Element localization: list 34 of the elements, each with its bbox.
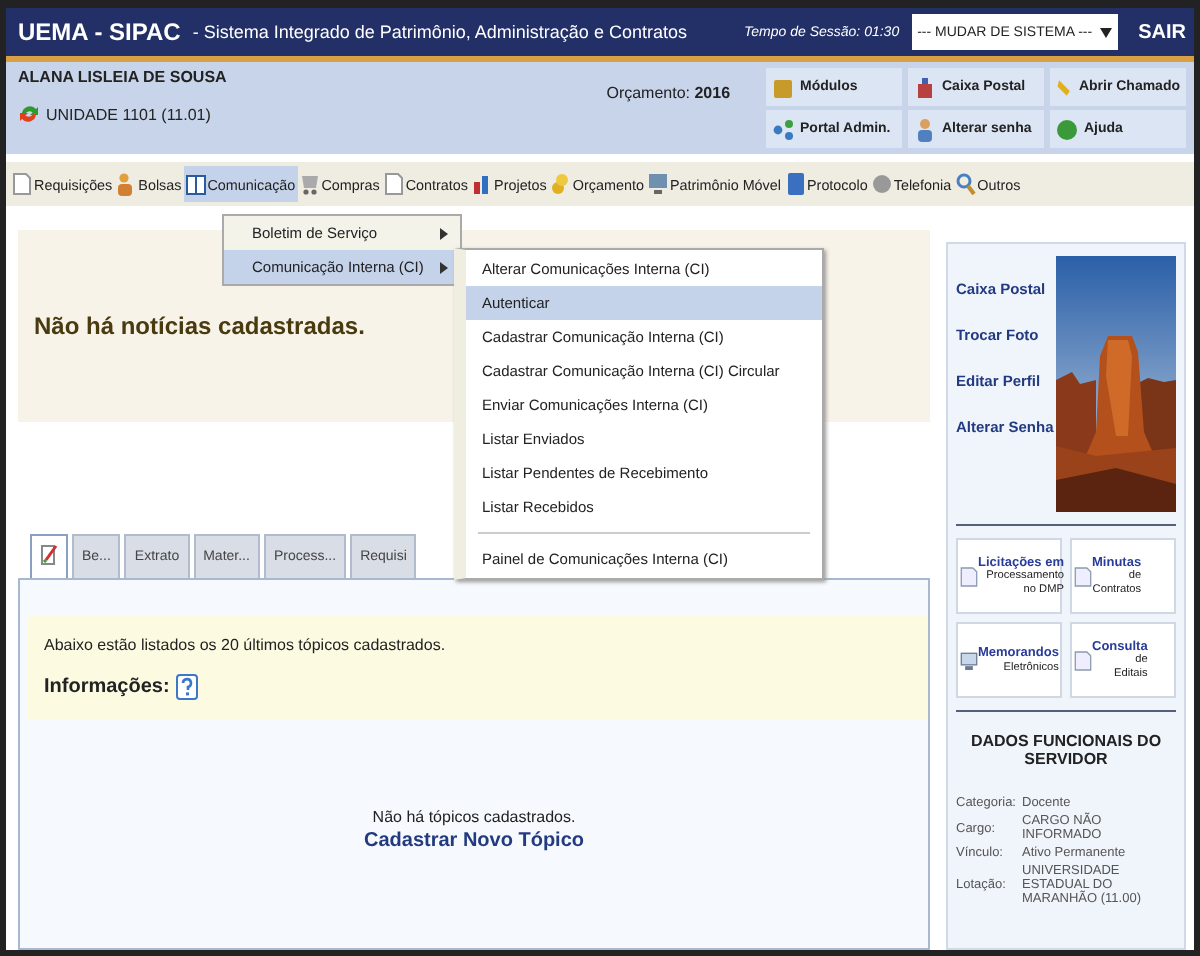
computer-icon [647,172,668,196]
search-icon [955,172,976,196]
document-icon [12,172,32,196]
icon-tab[interactable] [30,534,68,578]
computer-icon [960,649,978,671]
intro-text: Abaixo estão listados os 20 últimos tópicos cadastrados. [44,636,448,654]
network-icon [772,117,794,141]
chart-icon [472,172,493,196]
cart-icon [299,172,320,196]
dropdown-arrow-icon [1100,27,1113,37]
empty-news-message: Não há notícias cadastradas. [34,312,365,340]
info-label: Informações: [44,676,170,698]
document-icon [1074,649,1092,671]
document-icon [383,172,404,196]
document-icon [1074,565,1092,587]
user-name: ALANA LISLEIA DE SOUSA [18,68,229,86]
system-title: UEMA - SIPAC [18,18,181,46]
unit-name: UNIDADE 1101 (11.01) [46,105,211,123]
submenu-arrow-icon [440,227,448,239]
system-subtitle: - Sistema Integrado de Patrimônio, Administração e Contratos [192,22,687,42]
budget-year: Orçamento: 2016 [606,82,733,106]
people-icon [116,172,137,196]
coins-icon [550,172,571,196]
empty-topics-message: Não há tópicos cadastrados. [372,808,576,826]
document-icon [960,565,978,587]
submenu-arrow-icon [440,261,448,273]
new-topic-link[interactable]: Cadastrar Novo Tópico [363,830,585,852]
binder-icon [785,172,805,196]
section-title: DADOS FUNCIONAIS DO SERVIDOR [968,730,1164,772]
box-icon [772,75,794,99]
person-icon [914,117,936,141]
notepad-icon [40,544,58,566]
arrows-icon [18,102,40,126]
book-icon [185,172,206,196]
